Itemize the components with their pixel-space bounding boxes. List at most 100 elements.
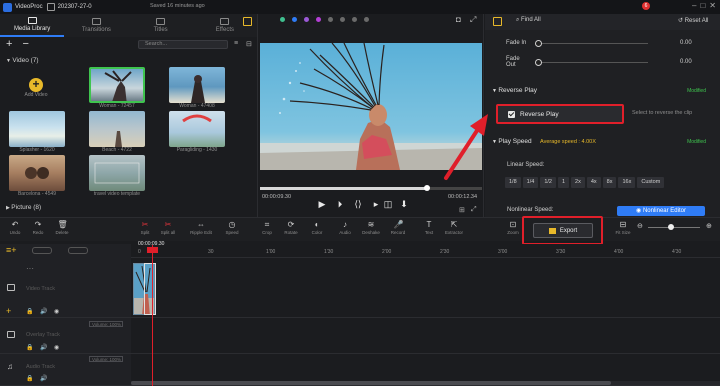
split-all-button[interactable]: ✂ Split all bbox=[157, 220, 179, 235]
media-thumb-paragliding-1430[interactable] bbox=[169, 111, 225, 147]
tab-media-library[interactable]: Media Library bbox=[0, 14, 65, 37]
rotate-button[interactable]: ⟳ Rotate bbox=[280, 220, 302, 235]
menu-icon[interactable] bbox=[46, 3, 55, 11]
lock-icon[interactable]: 🔒 bbox=[26, 308, 33, 315]
crop-button[interactable]: ⌗ Crop bbox=[256, 220, 278, 235]
speed-option[interactable]: 1/4 bbox=[522, 177, 539, 188]
fullscreen-icon[interactable]: ⤢ bbox=[470, 15, 476, 25]
fade-in-slider[interactable] bbox=[535, 39, 648, 47]
color-button[interactable]: ◐ Color bbox=[306, 220, 328, 235]
volume-icon[interactable]: 🔊 bbox=[40, 344, 47, 351]
speed-option[interactable]: 8x bbox=[602, 177, 617, 188]
aspect-icon[interactable]: ⊞ bbox=[459, 206, 465, 214]
speed-option[interactable]: 2x bbox=[571, 177, 585, 188]
project-name[interactable]: 202307-27-0 bbox=[58, 4, 92, 10]
playhead-handle[interactable] bbox=[147, 247, 158, 253]
timeline-scrollbar[interactable] bbox=[131, 381, 720, 385]
media-thumb-woman-72457[interactable] bbox=[89, 67, 145, 103]
expand-icon[interactable]: ⤢ bbox=[471, 206, 477, 214]
notification-badge[interactable]: 6 bbox=[642, 2, 650, 10]
color-dot[interactable] bbox=[304, 17, 309, 22]
media-thumb-travel-template[interactable] bbox=[89, 155, 145, 191]
search-input[interactable]: Search... bbox=[138, 40, 228, 49]
nonlinear-editor-button[interactable]: ◉ Nonlinear Editor bbox=[617, 206, 705, 216]
color-dot[interactable] bbox=[340, 17, 345, 22]
speed-option[interactable]: 1 bbox=[557, 177, 570, 188]
speed-option[interactable]: 1/8 bbox=[505, 177, 521, 188]
speed-option[interactable]: 4x bbox=[586, 177, 601, 188]
color-dot[interactable] bbox=[352, 17, 357, 22]
undo-button[interactable]: ↶ Undo bbox=[4, 220, 26, 235]
clip-selection-handle[interactable] bbox=[144, 263, 156, 315]
close-icon[interactable]: ✕ bbox=[709, 1, 716, 10]
add-media-button[interactable]: + bbox=[6, 38, 12, 50]
fade-out-slider[interactable] bbox=[535, 58, 648, 66]
extractor-button[interactable]: ⇱ Extractor bbox=[443, 220, 465, 235]
delete-button[interactable]: 🗑 Delete bbox=[51, 220, 73, 235]
video-track-header[interactable] bbox=[0, 258, 131, 318]
progress-knob[interactable] bbox=[424, 185, 430, 191]
timeline-ruler[interactable] bbox=[131, 244, 720, 258]
color-dot[interactable] bbox=[280, 17, 285, 22]
volume-label[interactable]: Volume: 100% bbox=[89, 321, 123, 327]
trim-icon[interactable]: ⟨⟩ bbox=[353, 199, 363, 209]
visibility-icon[interactable]: ◉ bbox=[54, 308, 59, 315]
next-icon[interactable]: ▸ bbox=[371, 199, 381, 209]
fit-size-button[interactable]: ⊟ Fit Size bbox=[612, 220, 634, 235]
color-dot[interactable] bbox=[292, 17, 297, 22]
more-icon[interactable]: ··· bbox=[26, 264, 34, 273]
remove-media-button[interactable]: − bbox=[22, 38, 28, 50]
find-all-button[interactable]: ⌕ Find All bbox=[516, 17, 541, 24]
scrollbar-thumb[interactable] bbox=[131, 381, 611, 385]
media-thumb-woman-47408[interactable] bbox=[169, 67, 225, 103]
zoom-out-icon[interactable]: ⊖ bbox=[637, 222, 643, 230]
color-dot[interactable] bbox=[328, 17, 333, 22]
video-section-header[interactable]: ▼ Video (7) bbox=[6, 57, 39, 64]
overlay-track-lane[interactable] bbox=[131, 318, 720, 354]
crop-icon[interactable]: ◫ bbox=[383, 199, 393, 209]
magnet-toggle[interactable] bbox=[68, 247, 88, 254]
maximize-icon[interactable]: □ bbox=[700, 1, 705, 10]
step-forward-icon[interactable]: ⏵ bbox=[335, 199, 345, 209]
zoom-tool[interactable]: ⊡ Zoom bbox=[502, 220, 524, 235]
volume-icon[interactable]: 🔊 bbox=[40, 308, 47, 315]
speed-button[interactable]: ◷ Speed bbox=[221, 220, 243, 235]
export-button[interactable]: Export bbox=[533, 223, 593, 238]
slider-knob[interactable] bbox=[535, 58, 542, 66]
minimize-icon[interactable]: – bbox=[692, 1, 696, 10]
reverse-play-checkbox[interactable]: Reverse Play bbox=[496, 104, 624, 124]
deshake-button[interactable]: ≋ Deshake bbox=[360, 220, 382, 235]
split-button[interactable]: ✂ Split bbox=[134, 220, 156, 235]
color-dot[interactable] bbox=[364, 17, 369, 22]
add-track-icon[interactable]: ≡+ bbox=[6, 245, 17, 255]
visibility-icon[interactable]: ◉ bbox=[54, 344, 59, 351]
panel-toggle-icon[interactable] bbox=[493, 17, 502, 26]
snap-toggle[interactable] bbox=[32, 247, 52, 254]
video-track-lane[interactable] bbox=[131, 258, 720, 318]
export-frame-icon[interactable]: ⬇ bbox=[399, 199, 409, 209]
timeline-zoom-slider[interactable] bbox=[648, 227, 700, 228]
audio-button[interactable]: ♪ Audio bbox=[334, 220, 356, 235]
add-clip-icon[interactable]: + bbox=[6, 306, 11, 316]
volume-icon[interactable]: 🔊 bbox=[40, 375, 47, 382]
reset-all-button[interactable]: ↺ Reset All bbox=[678, 17, 708, 24]
panel-toggle-icon[interactable] bbox=[243, 17, 252, 26]
tab-titles[interactable]: Titles bbox=[129, 14, 193, 37]
play-speed-section[interactable]: ▼ Play Speed bbox=[492, 138, 532, 145]
snapshot-icon[interactable]: ◘ bbox=[456, 15, 461, 24]
volume-label[interactable]: Volume: 100% bbox=[89, 356, 123, 362]
text-button[interactable]: T Text bbox=[418, 220, 440, 235]
tab-transitions[interactable]: Transitions bbox=[64, 14, 128, 37]
playhead[interactable] bbox=[152, 245, 153, 386]
reverse-play-section[interactable]: ▼ Reverse Play bbox=[492, 87, 537, 94]
ripple-edit-button[interactable]: ⇔ Ripple Edit bbox=[190, 220, 212, 235]
record-button[interactable]: 🎤 Record bbox=[387, 220, 409, 235]
zoom-in-icon[interactable]: ⊕ bbox=[706, 222, 712, 230]
preview-progress-bar[interactable] bbox=[260, 187, 482, 190]
speed-option[interactable]: 16x bbox=[618, 177, 636, 188]
speed-option[interactable]: Custom bbox=[637, 177, 665, 188]
list-view-icon[interactable]: ≡ bbox=[234, 40, 238, 47]
color-dot[interactable] bbox=[316, 17, 321, 22]
collapse-panel-icon[interactable]: ⊟ bbox=[246, 40, 252, 48]
media-thumb-splasher-1620[interactable] bbox=[9, 111, 65, 147]
